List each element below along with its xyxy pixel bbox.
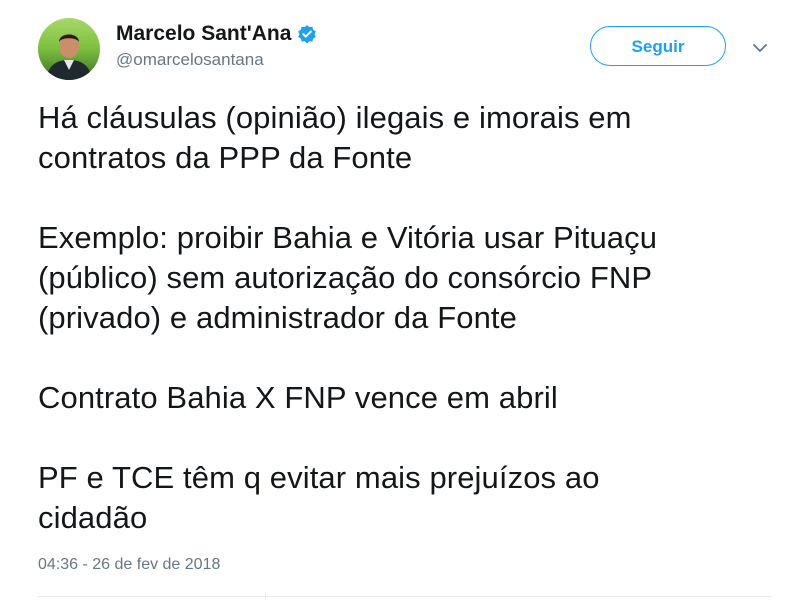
tweet-line: contratos da PPP da Fonte [38, 140, 413, 175]
tweet-timestamp[interactable]: 04:36 - 26 de fev de 2018 [38, 556, 220, 574]
author-name-row: Marcelo Sant'Ana [116, 20, 317, 48]
tweet-paragraph: Contrato Bahia X FNP vence em abril [38, 378, 778, 418]
avatar[interactable] [38, 18, 100, 80]
avatar-image [38, 18, 100, 80]
author-display-name[interactable]: Marcelo Sant'Ana [116, 22, 291, 46]
tweet-card: Marcelo Sant'Ana @omarcelosantana Seguir… [0, 0, 800, 600]
tweet-paragraph: PF e TCE têm q evitar mais prejuízos ao … [38, 458, 778, 538]
tweet-line: (público) sem autorização do consórcio F… [38, 260, 653, 295]
verified-badge-icon [297, 24, 317, 44]
follow-button[interactable]: Seguir [590, 26, 726, 66]
tweet-text: Há cláusulas (opinião) ilegais e imorais… [38, 98, 778, 538]
divider [38, 596, 772, 597]
tweet-line: Há cláusulas (opinião) ilegais e imorais… [38, 100, 632, 135]
author-block: Marcelo Sant'Ana @omarcelosantana [116, 20, 317, 70]
tweet-line: Exemplo: proibir Bahia e Vitória usar Pi… [38, 220, 658, 255]
tweet-line: cidadão [38, 500, 148, 535]
author-handle[interactable]: @omarcelosantana [116, 50, 317, 70]
tweet-line: PF e TCE têm q evitar mais prejuízos ao [38, 460, 600, 495]
tweet-paragraph: Há cláusulas (opinião) ilegais e imorais… [38, 98, 778, 178]
tweet-line: Contrato Bahia X FNP vence em abril [38, 380, 558, 415]
tweet-line: (privado) e administrador da Fonte [38, 300, 517, 335]
divider-tick [265, 592, 266, 600]
chevron-down-icon[interactable] [750, 38, 770, 58]
tweet-paragraph: Exemplo: proibir Bahia e Vitória usar Pi… [38, 218, 778, 338]
